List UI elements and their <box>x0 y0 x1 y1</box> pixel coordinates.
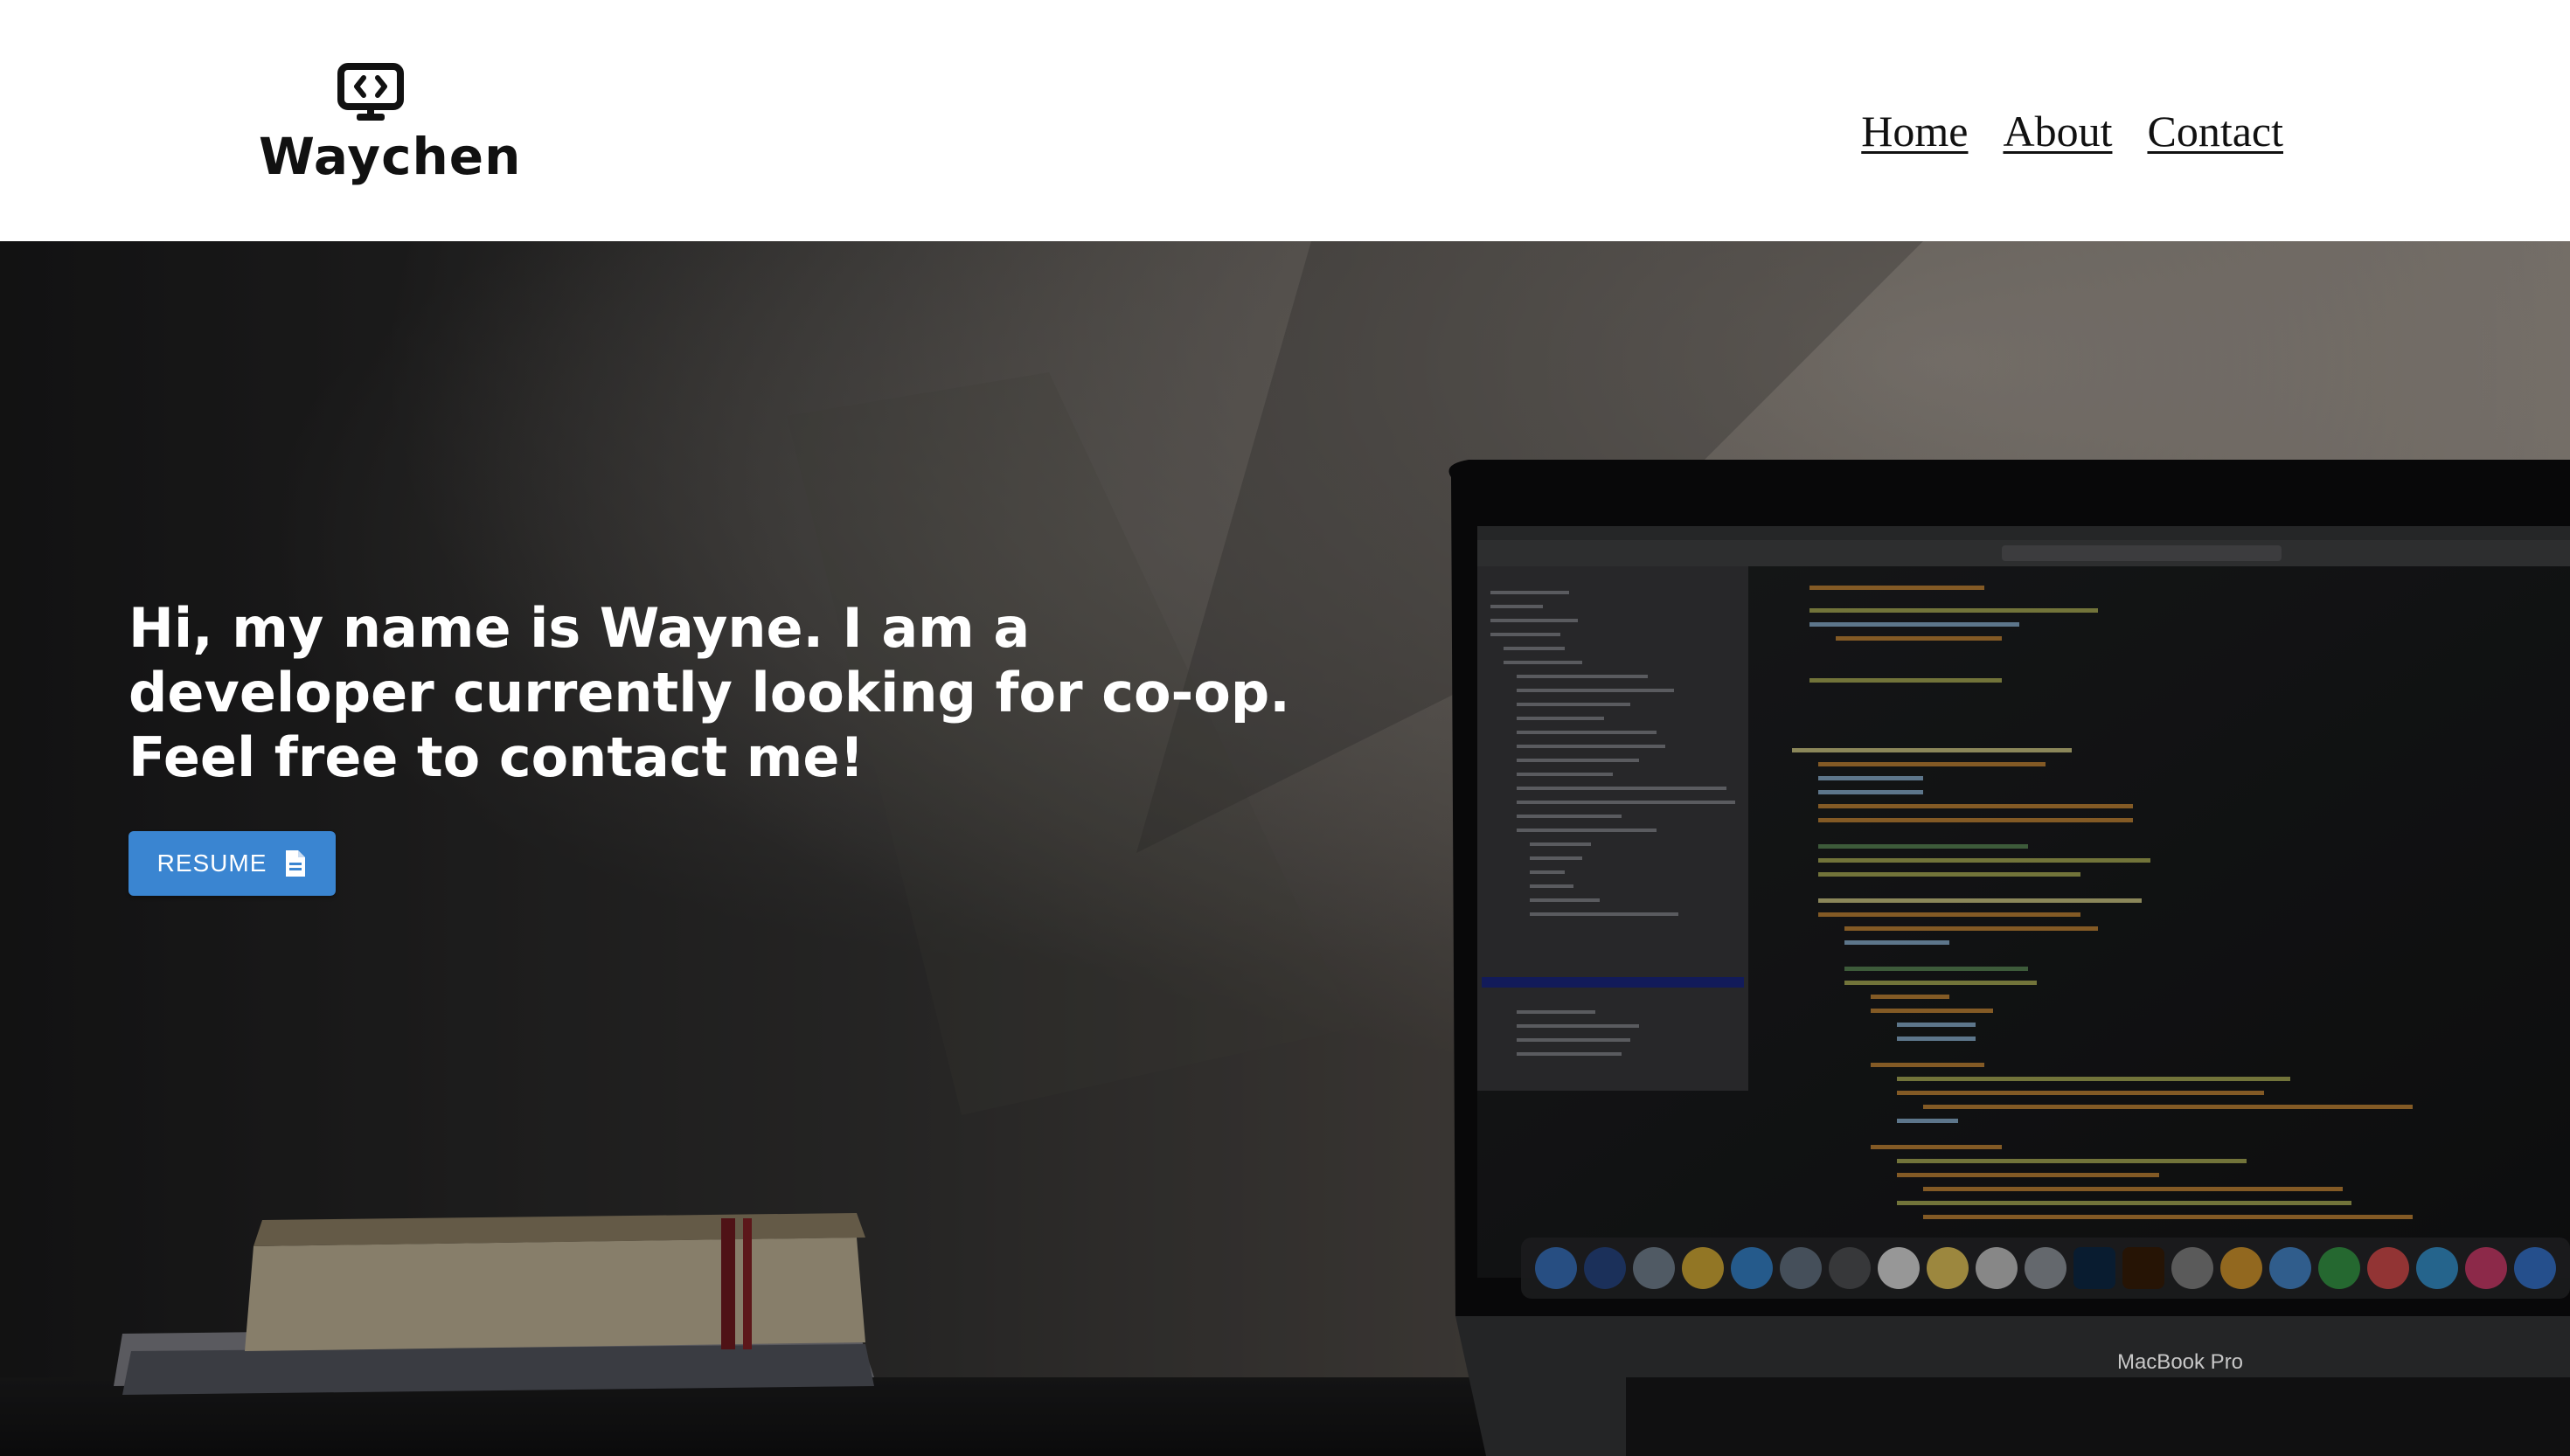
document-icon <box>286 850 306 877</box>
hero-background-image: MacBook Pro <box>0 241 2570 1456</box>
logo-text: Waychen <box>259 127 522 186</box>
laptop-brand-label: MacBook Pro <box>2117 1350 2243 1374</box>
logo[interactable]: Waychen <box>259 63 522 194</box>
resume-button[interactable]: RESUME <box>128 831 336 896</box>
hero-section: MacBook Pro Hi, my name is Wayne. I am a… <box>0 241 2570 1456</box>
nav-link-home[interactable]: Home <box>1861 103 1968 159</box>
nav-link-contact[interactable]: Contact <box>2147 103 2283 159</box>
hero-headline: Hi, my name is Wayne. I am a developer c… <box>128 596 1290 789</box>
nav-link-about[interactable]: About <box>2003 103 2112 159</box>
monitor-code-icon <box>337 63 404 121</box>
resume-button-label: RESUME <box>156 849 267 877</box>
main-nav: Home About Contact <box>1861 103 2283 159</box>
site-header: Waychen Home About Contact <box>0 0 2570 241</box>
